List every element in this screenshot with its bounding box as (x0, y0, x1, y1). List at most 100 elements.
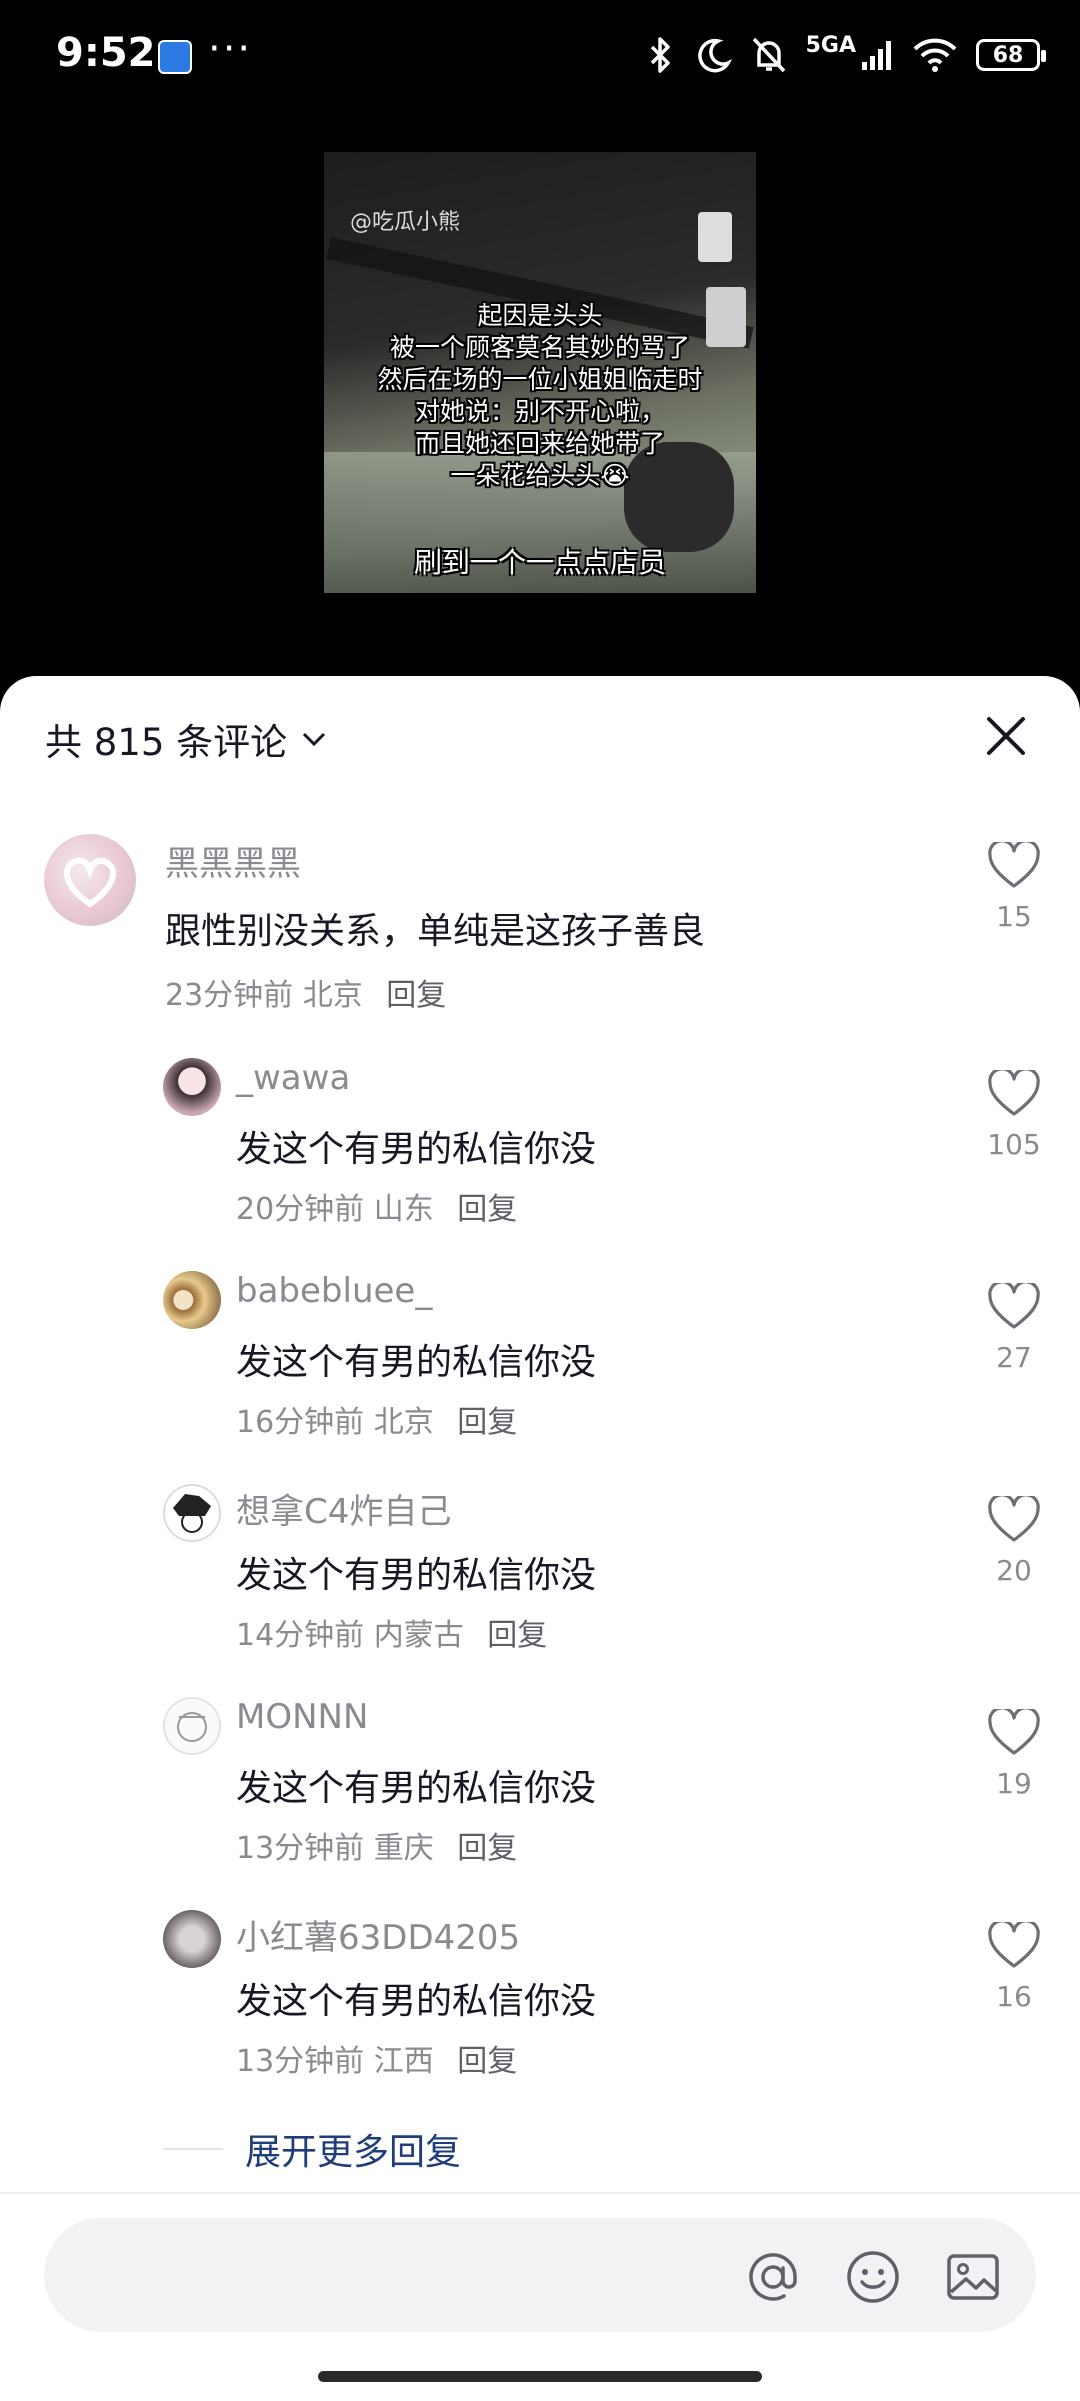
chevron-down-icon (303, 732, 326, 747)
comment-location: 内蒙古 (373, 1618, 464, 1653)
comment-meta: 20分钟前 山东 回复 (236, 1184, 517, 1228)
expand-more-label: 展开更多回复 (245, 2132, 462, 2173)
at-icon[interactable] (744, 2248, 802, 2306)
more-notifications-icon: ··· (208, 26, 253, 72)
comment-text: 发这个有男的私信你没 (236, 1129, 597, 1170)
comment-text: 发这个有男的私信你没 (236, 1342, 597, 1383)
caption-line: 然后在场的一位小姐姐临走时 (377, 365, 703, 394)
heart-icon (988, 1070, 1040, 1116)
like-count: 16 (996, 1980, 1032, 2013)
heart-icon (988, 1709, 1040, 1755)
battery-icon: 68 (976, 39, 1046, 71)
comment-username[interactable]: MONNN (236, 1697, 368, 1737)
expand-more-replies[interactable]: 展开更多回复 (163, 2123, 461, 2175)
like-button[interactable]: 16 (978, 1922, 1050, 2013)
avatar[interactable] (163, 1271, 221, 1329)
comment-text: 发这个有男的私信你没 (236, 1555, 597, 1596)
heart-icon (988, 1922, 1040, 1968)
caption-line: 而且她还回来给她带了 (414, 429, 665, 458)
image-icon[interactable] (944, 2248, 1002, 2306)
comment-time: 20分钟前 (236, 1192, 365, 1227)
comment-meta: 13分钟前 江西 回复 (236, 2036, 517, 2080)
reply-button[interactable]: 回复 (457, 1192, 517, 1227)
caption-line: 起因是头头 (477, 301, 603, 330)
video-scene (698, 212, 732, 262)
heart-logo-icon (63, 857, 117, 908)
sketch-avatar-icon (177, 1712, 207, 1742)
heart-icon (988, 1496, 1040, 1542)
avatar[interactable] (44, 834, 136, 926)
like-count: 19 (996, 1767, 1032, 1800)
avatar[interactable] (163, 1484, 221, 1542)
comment-time: 13分钟前 (236, 1831, 365, 1866)
heart-icon (988, 1283, 1040, 1329)
heart-icon (988, 842, 1040, 888)
reply-button[interactable]: 回复 (386, 978, 446, 1013)
like-count: 15 (996, 900, 1032, 933)
comment-meta: 23分钟前 北京 回复 (165, 970, 446, 1014)
comment-username[interactable]: _wawa (236, 1058, 350, 1098)
video-player[interactable]: @吃瓜小熊 起因是头头 被一个顾客莫名其妙的骂了 然后在场的一位小姐姐临走时 对… (324, 152, 756, 593)
comment-location: 山东 (373, 1192, 434, 1227)
reply-button[interactable]: 回复 (487, 1618, 547, 1653)
emoji-icon[interactable] (844, 2248, 902, 2306)
comment-username[interactable]: 黑黑黑黑 (165, 836, 301, 885)
comment-meta: 14分钟前 内蒙古 回复 (236, 1610, 547, 1654)
comment-time: 14分钟前 (236, 1618, 365, 1653)
comment-time: 16分钟前 (236, 1405, 365, 1440)
video-watermark: @吃瓜小熊 (350, 210, 461, 235)
network-type: 5GA (805, 32, 856, 58)
comment-item[interactable]: 黑黑黑黑 跟性别没关系，单纯是这孩子善良 23分钟前 北京 回复 15 (0, 820, 1080, 1020)
reply-button[interactable]: 回复 (457, 1831, 517, 1866)
comment-location: 北京 (302, 978, 363, 1013)
comment-username[interactable]: 小红薯63DD4205 (236, 1910, 520, 1959)
home-indicator[interactable] (318, 2371, 762, 2382)
comment-meta: 13分钟前 重庆 回复 (236, 1823, 517, 1867)
mute-bell-icon (752, 37, 785, 73)
like-button[interactable]: 15 (978, 842, 1050, 933)
video-bottom-caption: 刷到一个一点点店员 (413, 546, 666, 579)
reply-item[interactable]: babebluee_ 发这个有男的私信你没 16分钟前 北京 回复 27 (0, 1263, 1080, 1463)
comment-sheet-header: 共 815 条评论 (0, 676, 1080, 796)
divider (163, 2148, 223, 2150)
comment-input[interactable] (44, 2218, 1036, 2332)
caption-line: 一朵花给头头😭 (450, 461, 630, 490)
comment-text: 跟性别没关系，单纯是这孩子善良 (165, 911, 706, 952)
comment-username[interactable]: babebluee_ (236, 1271, 432, 1311)
avatar[interactable] (163, 1058, 221, 1116)
reply-item[interactable]: 想拿C4炸自己 发这个有男的私信你没 14分钟前 内蒙古 回复 20 (0, 1476, 1080, 1676)
wifi-icon (913, 38, 957, 72)
like-count: 20 (996, 1554, 1032, 1587)
reply-button[interactable]: 回复 (457, 1405, 517, 1440)
status-bar: 9:52 ··· 5GA 68 (0, 0, 1080, 115)
comment-location: 重庆 (373, 1831, 434, 1866)
reply-button[interactable]: 回复 (457, 2044, 517, 2079)
video-caption: 起因是头头 被一个顾客莫名其妙的骂了 然后在场的一位小姐姐临走时 对她说：别不开… (324, 300, 756, 492)
like-button[interactable]: 27 (978, 1283, 1050, 1374)
comment-meta: 16分钟前 北京 回复 (236, 1397, 517, 1441)
comment-location: 江西 (373, 2044, 434, 2079)
avatar[interactable] (163, 1910, 221, 1968)
reply-item[interactable]: _wawa 发这个有男的私信你没 20分钟前 山东 回复 105 (0, 1050, 1080, 1250)
avatar[interactable] (163, 1697, 221, 1755)
reply-item[interactable]: 小红薯63DD4205 发这个有男的私信你没 13分钟前 江西 回复 16 (0, 1902, 1080, 2102)
reply-item[interactable]: MONNN 发这个有男的私信你没 13分钟前 重庆 回复 19 (0, 1689, 1080, 1889)
like-button[interactable]: 19 (978, 1709, 1050, 1800)
close-icon[interactable] (984, 714, 1028, 758)
sketch-avatar-icon (173, 1494, 211, 1533)
bluetooth-icon (650, 37, 670, 73)
caption-line: 被一个顾客莫名其妙的骂了 (389, 333, 690, 362)
caption-line: 对她说：别不开心啦， (414, 397, 665, 426)
like-count: 105 (987, 1128, 1041, 1161)
comment-count-selector[interactable]: 共 815 条评论 (45, 712, 327, 766)
like-count: 27 (996, 1341, 1032, 1374)
signal-icon (862, 41, 891, 70)
comment-username[interactable]: 想拿C4炸自己 (236, 1484, 451, 1533)
comment-text: 发这个有男的私信你没 (236, 1981, 597, 2022)
like-button[interactable]: 105 (978, 1070, 1050, 1161)
comment-location: 北京 (373, 1405, 434, 1440)
comment-time: 23分钟前 (165, 978, 294, 1013)
comment-count: 共 815 条评论 (45, 721, 288, 764)
comment-text: 发这个有男的私信你没 (236, 1768, 597, 1809)
like-button[interactable]: 20 (978, 1496, 1050, 1587)
